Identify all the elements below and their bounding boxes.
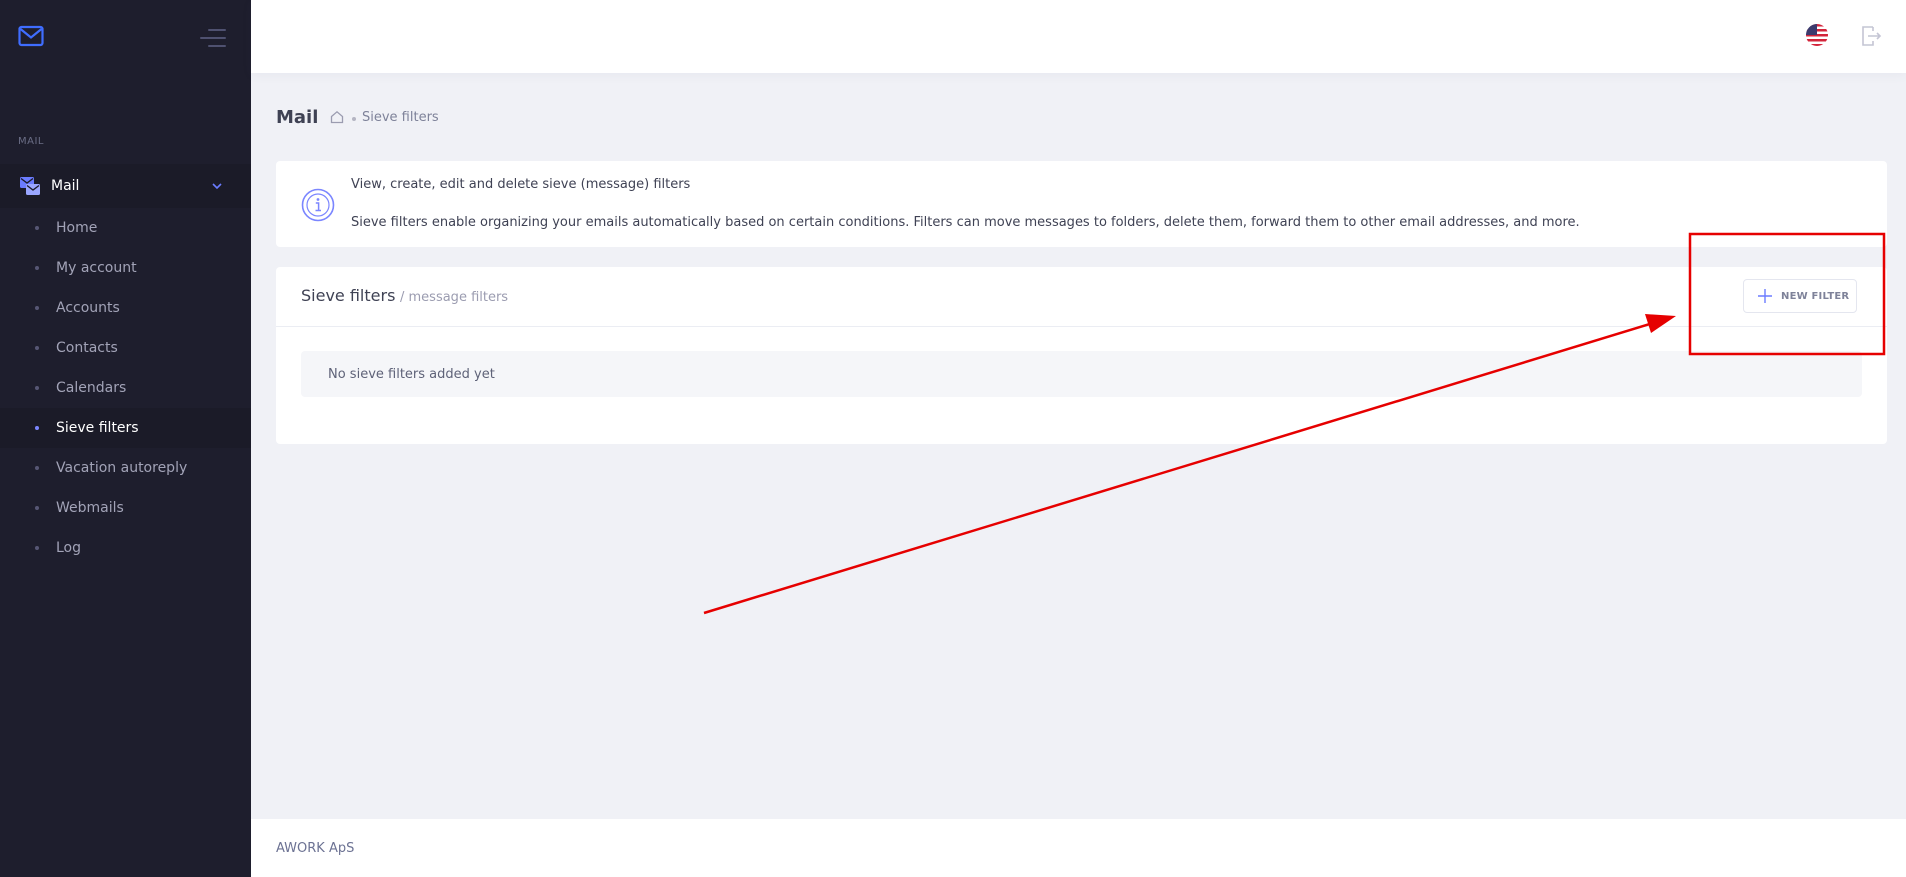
- bullet-icon: [35, 226, 39, 230]
- brand-bar: [0, 0, 251, 73]
- new-filter-button[interactable]: NEW FILTER: [1743, 279, 1857, 313]
- sidebar-item-label: Mail: [51, 178, 80, 194]
- envelope-icon[interactable]: [18, 25, 44, 47]
- empty-state: No sieve filters added yet: [301, 351, 1862, 397]
- card-title: Sieve filters: [301, 286, 396, 305]
- empty-state-text: No sieve filters added yet: [328, 366, 495, 382]
- sidebar-item-label: Accounts: [56, 300, 120, 316]
- plus-icon: [1758, 289, 1772, 303]
- menu-section-label: MAIL: [18, 136, 44, 147]
- sidebar-item-label: Calendars: [56, 380, 127, 396]
- sidebar-item-home[interactable]: Home: [0, 208, 251, 248]
- us-flag-icon[interactable]: [1806, 24, 1828, 46]
- info-description: Sieve filters enable organizing your ema…: [351, 215, 1580, 230]
- sidebar-item-contacts[interactable]: Contacts: [0, 328, 251, 368]
- new-filter-label: NEW FILTER: [1781, 290, 1850, 302]
- sidebar-item-log[interactable]: Log: [0, 528, 251, 568]
- sidebar-item-sieve-filters[interactable]: Sieve filters: [0, 408, 251, 448]
- info-card: View, create, edit and delete sieve (mes…: [276, 161, 1887, 247]
- sidebar-item-accounts[interactable]: Accounts: [0, 288, 251, 328]
- bullet-icon: [35, 506, 39, 510]
- bullet-icon: [35, 346, 39, 350]
- card-subtitle: / message filters: [400, 290, 509, 305]
- info-heading: View, create, edit and delete sieve (mes…: [351, 177, 691, 192]
- card-header: Sieve filters / message filters NEW FILT…: [276, 267, 1887, 327]
- logout-icon[interactable]: [1858, 24, 1882, 48]
- sidebar-item-calendars[interactable]: Calendars: [0, 368, 251, 408]
- bullet-icon: [35, 266, 39, 270]
- footer: AWORK ApS: [251, 819, 1906, 877]
- sidebar-item-label: Log: [56, 540, 82, 556]
- page-title: Mail: [276, 107, 319, 128]
- sidebar-item-my-account[interactable]: My account: [0, 248, 251, 288]
- menu-toggle-icon[interactable]: [200, 27, 226, 49]
- sidebar-item-label: Home: [56, 220, 98, 236]
- sidebar-item-label: Sieve filters: [56, 420, 139, 436]
- sidebar-item-webmails[interactable]: Webmails: [0, 488, 251, 528]
- sidebar-item-mail[interactable]: Mail: [0, 164, 251, 208]
- bullet-icon: [35, 546, 39, 550]
- bullet-icon: [35, 466, 39, 470]
- bullet-icon: [35, 306, 39, 310]
- bullet-icon: [35, 426, 39, 430]
- home-icon[interactable]: [330, 110, 344, 124]
- breadcrumb-separator: [352, 117, 356, 121]
- footer-company: AWORK ApS: [276, 841, 355, 856]
- sidebar-item-label: My account: [56, 260, 137, 276]
- bullet-icon: [35, 386, 39, 390]
- top-header: [251, 0, 1906, 73]
- mail-stack-icon: [20, 177, 40, 195]
- chevron-down-icon: [212, 183, 222, 190]
- sidebar-item-label: Webmails: [56, 500, 124, 516]
- sidebar-item-label: Vacation autoreply: [56, 460, 188, 476]
- breadcrumb-current[interactable]: Sieve filters: [362, 110, 439, 125]
- sidebar-item-vacation-autoreply[interactable]: Vacation autoreply: [0, 448, 251, 488]
- sidebar-item-label: Contacts: [56, 340, 118, 356]
- sidebar: MAIL Mail Home My account Accounts Conta…: [0, 0, 251, 877]
- info-circle-icon: [301, 188, 335, 222]
- sieve-filters-card: Sieve filters / message filters NEW FILT…: [276, 267, 1887, 444]
